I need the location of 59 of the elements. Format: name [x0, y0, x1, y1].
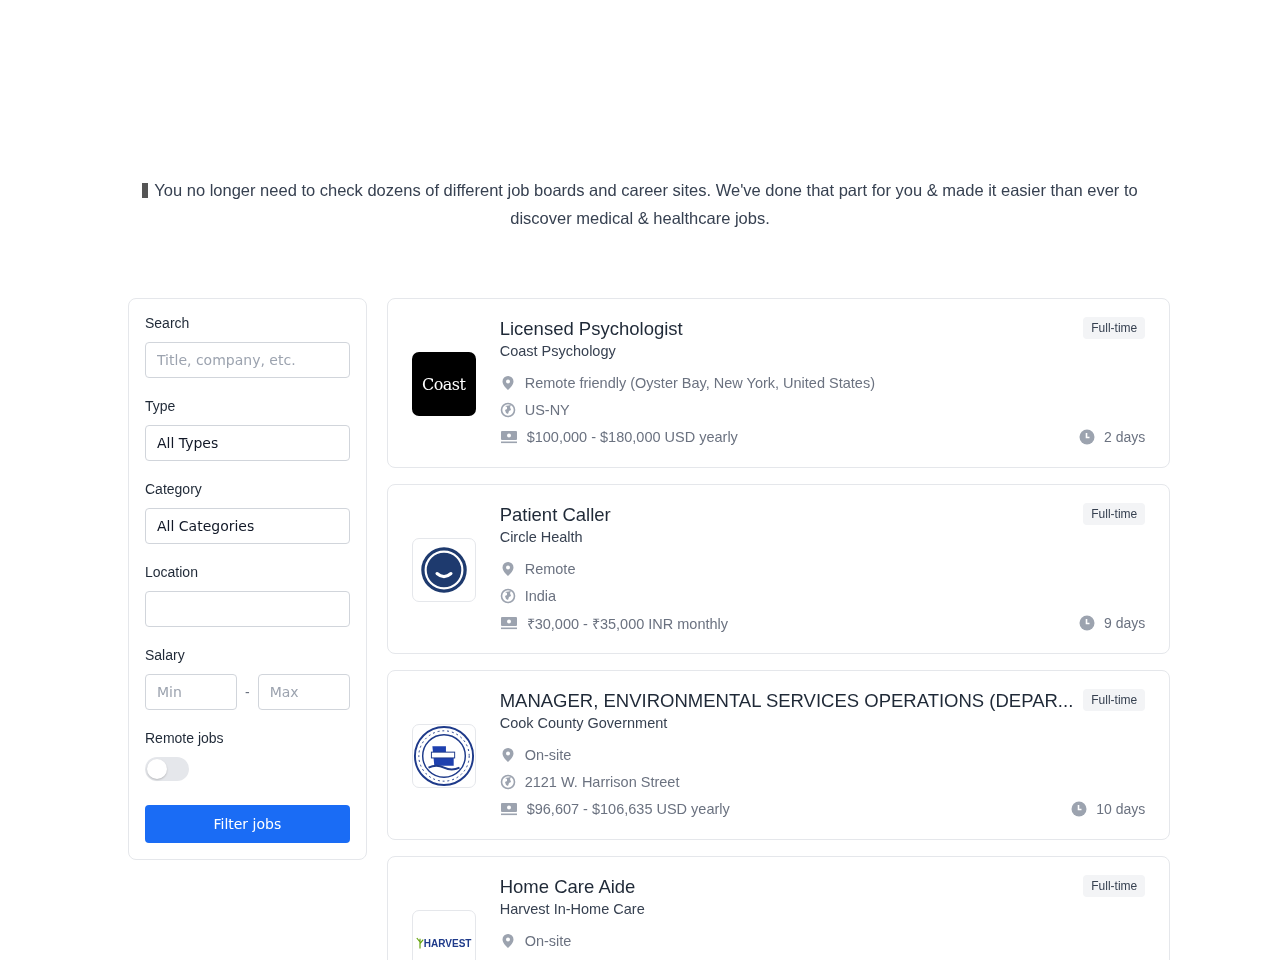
- globe-icon: [499, 587, 516, 604]
- range-separator: -: [245, 684, 250, 700]
- job-card[interactable]: MANAGER, ENVIRONMENTAL SERVICES OPERATIONS (DEPAR... Full-time Cook County Government On-site 2121 W. Harrison Street $96,607 - $106,635 USD yearly 10 days: [386, 670, 1171, 840]
- job-title[interactable]: Home Care Aide: [499, 875, 636, 899]
- search-field[interactable]: Title, company, etc.: [145, 342, 350, 378]
- location-text: Remote friendly (Oyster Bay, New York, United States): [524, 374, 875, 391]
- salary-text: ₹30,000 - ₹35,000 INR monthly: [526, 615, 729, 633]
- salary-text: $96,607 - $106,635 USD yearly: [526, 801, 730, 817]
- field-label: Salary: [145, 647, 186, 663]
- globe-icon: [499, 773, 516, 790]
- job-type-tag: Full-time: [1083, 317, 1146, 339]
- category-select[interactable]: All Categories: [145, 508, 350, 544]
- banknote-icon: [499, 615, 518, 631]
- location-text: Remote: [524, 560, 576, 577]
- company-name: Circle Health: [499, 529, 584, 545]
- filter-button[interactable]: Filter jobs: [145, 805, 350, 843]
- region-text: 2121 W. Harrison Street: [524, 773, 680, 790]
- job-title[interactable]: Licensed Psychologist: [499, 317, 683, 341]
- clock-icon: [1079, 429, 1096, 445]
- posted-age: 9 days: [1104, 615, 1146, 631]
- type-select[interactable]: All Types: [145, 425, 350, 461]
- company-logo: Coast: [411, 352, 476, 416]
- location-text: On-site: [524, 746, 572, 763]
- intro-text: You no longer need to check dozens of different job boards and career sites. We've done that part for you & made it easier than ever to discover medical & healthcare jobs.: [128, 176, 1152, 232]
- location-text: On-site: [524, 933, 572, 949]
- posted-age: 10 days: [1096, 801, 1146, 817]
- region-text: US-NY: [524, 401, 570, 418]
- company-name: Cook County Government: [499, 715, 669, 731]
- clock-icon: [1071, 801, 1088, 817]
- posted-age: 2 days: [1104, 429, 1146, 445]
- salary-text: $100,000 - $180,000 USD yearly: [526, 429, 738, 445]
- banknote-icon: [499, 429, 518, 445]
- globe-icon: [499, 401, 516, 418]
- location-field[interactable]: [145, 591, 350, 627]
- max-salary-field[interactable]: Max: [257, 674, 350, 710]
- missing-glyph-icon: [142, 183, 149, 198]
- field-label: Remote jobs: [145, 730, 225, 746]
- seal-logo: [411, 724, 476, 788]
- banknote-icon: [499, 801, 518, 817]
- company-logo: [411, 538, 476, 602]
- remote-toggle[interactable]: [145, 757, 189, 781]
- job-card[interactable]: Coast Licensed Psychologist Full-time Coast Psychology Remote friendly (Oyster Bay, New York, United States) US-NY $100,000 - $180,000 USD yearly 2 days: [386, 298, 1171, 468]
- job-title[interactable]: MANAGER, ENVIRONMENTAL SERVICES OPERATIONS (DEPAR...: [499, 689, 1074, 713]
- field-label: Category: [145, 481, 203, 497]
- job-type-tag: Full-time: [1083, 503, 1146, 525]
- field-label: Location: [145, 564, 199, 580]
- min-salary-field[interactable]: Min: [145, 674, 237, 710]
- job-card[interactable]: HARVEST Home Care Aide Full-time Harvest In-Home Care On-site: [386, 856, 1171, 960]
- clock-icon: [1079, 615, 1096, 631]
- field-label: Search: [145, 315, 191, 331]
- job-title[interactable]: Patient Caller: [499, 503, 611, 527]
- job-type-tag: Full-time: [1083, 875, 1146, 897]
- job-card[interactable]: Patient Caller Full-time Circle Health Remote India ₹30,000 - ₹35,000 INR monthly 9 days: [386, 484, 1171, 654]
- company-name: Coast Psychology: [499, 343, 617, 359]
- region-text: India: [524, 587, 557, 604]
- company-name: Harvest In-Home Care: [499, 901, 646, 917]
- job-type-tag: Full-time: [1083, 689, 1146, 711]
- company-logo: HARVEST: [411, 910, 476, 960]
- field-label: Type: [145, 398, 177, 414]
